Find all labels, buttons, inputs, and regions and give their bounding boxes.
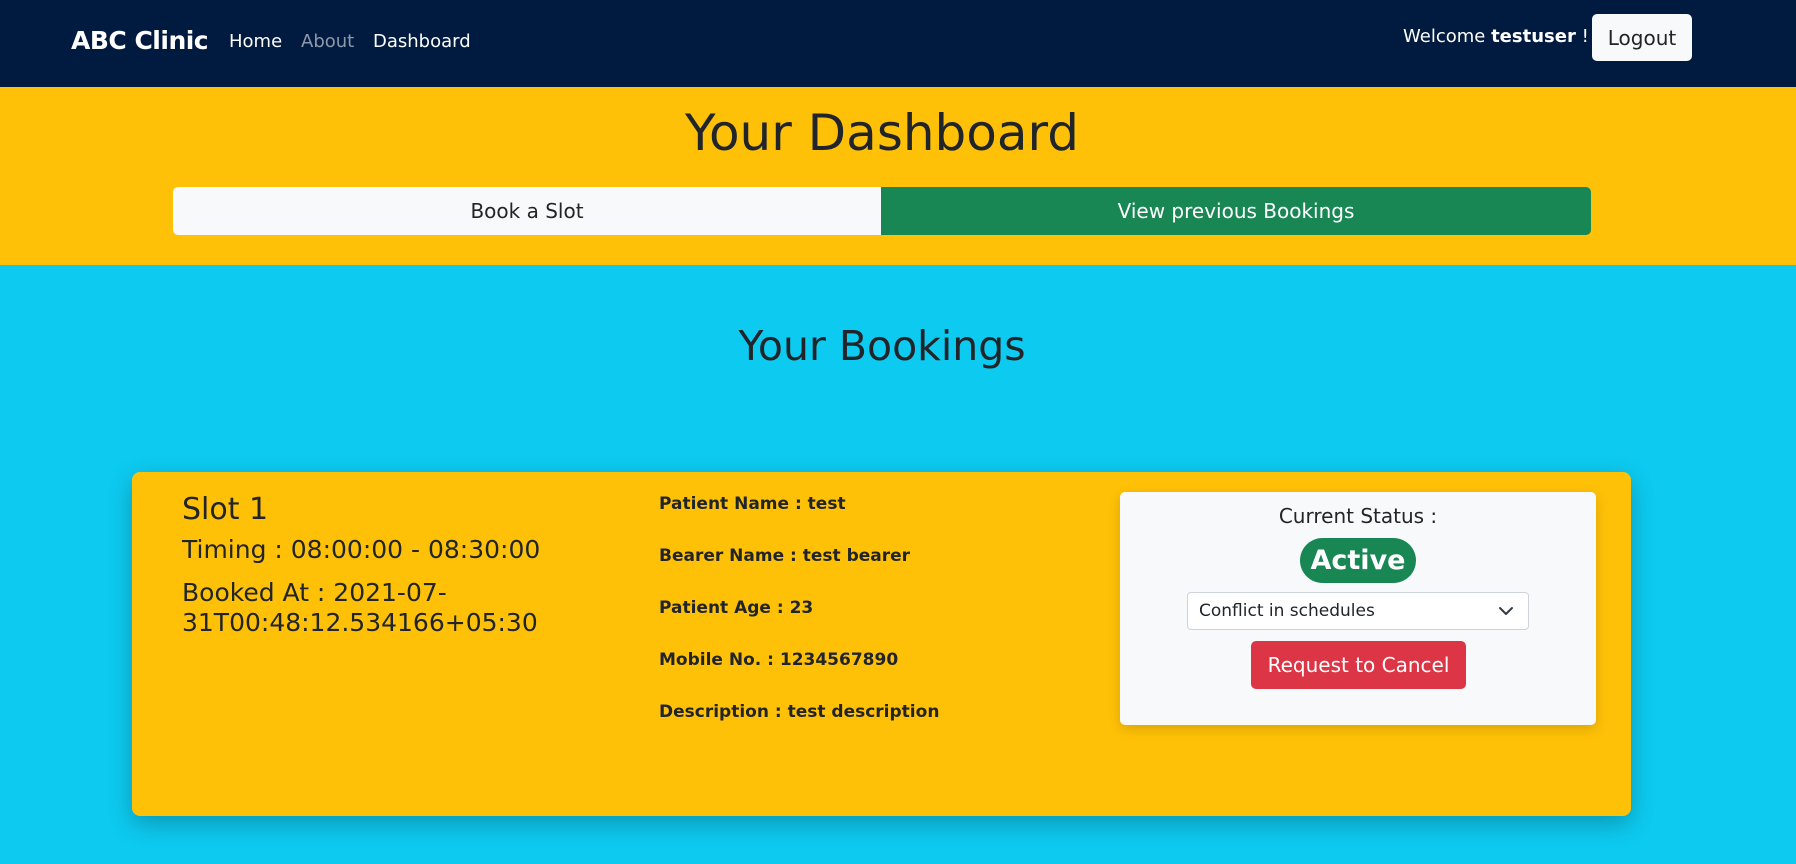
- nav-link-dashboard[interactable]: Dashboard: [373, 31, 471, 52]
- patient-name: Patient Name : test: [659, 494, 846, 514]
- nav-link-about[interactable]: About: [301, 31, 354, 52]
- welcome-prefix: Welcome: [1403, 26, 1486, 47]
- patient-details: Patient Name : test Bearer Name : test b…: [659, 494, 939, 754]
- welcome-suffix: !: [1581, 26, 1589, 47]
- booking-card: Slot 1 Timing : 08:00:00 - 08:30:00 Book…: [132, 472, 1631, 816]
- chevron-down-icon: [1498, 593, 1514, 629]
- patient-age: Patient Age : 23: [659, 598, 814, 618]
- booked-at: Booked At : 2021-07-31T00:48:12.534166+0…: [182, 578, 538, 637]
- status-panel: Current Status : Active Conflict in sche…: [1120, 492, 1596, 725]
- status-badge: Active: [1300, 538, 1416, 583]
- mobile-number: Mobile No. : 1234567890: [659, 650, 899, 670]
- request-to-cancel-button[interactable]: Request to Cancel: [1251, 641, 1466, 689]
- bookings-title: Your Bookings: [738, 322, 1026, 370]
- tab-book-a-slot[interactable]: Book a Slot: [173, 187, 881, 235]
- logout-button[interactable]: Logout: [1592, 14, 1692, 61]
- bearer-name: Bearer Name : test bearer: [659, 546, 911, 566]
- username: testuser: [1491, 26, 1576, 47]
- tab-view-previous-bookings[interactable]: View previous Bookings: [881, 187, 1591, 235]
- page-title: Your Dashboard: [685, 104, 1079, 162]
- cancel-reason-select[interactable]: Conflict in schedules: [1187, 592, 1529, 630]
- slot-title: Slot 1: [182, 492, 269, 527]
- navbar: ABC Clinic Home About Dashboard Welcome …: [0, 0, 1796, 87]
- welcome-message: Welcome testuser !: [1403, 26, 1589, 47]
- description: Description : test description: [659, 702, 940, 722]
- brand-logo[interactable]: ABC Clinic: [71, 26, 209, 55]
- status-label: Current Status :: [1278, 504, 1438, 528]
- cancel-reason-value: Conflict in schedules: [1199, 601, 1375, 621]
- dashboard-header: Your Dashboard Book a Slot View previous…: [0, 87, 1796, 265]
- nav-link-home[interactable]: Home: [229, 31, 282, 52]
- slot-timing: Timing : 08:00:00 - 08:30:00: [182, 535, 541, 564]
